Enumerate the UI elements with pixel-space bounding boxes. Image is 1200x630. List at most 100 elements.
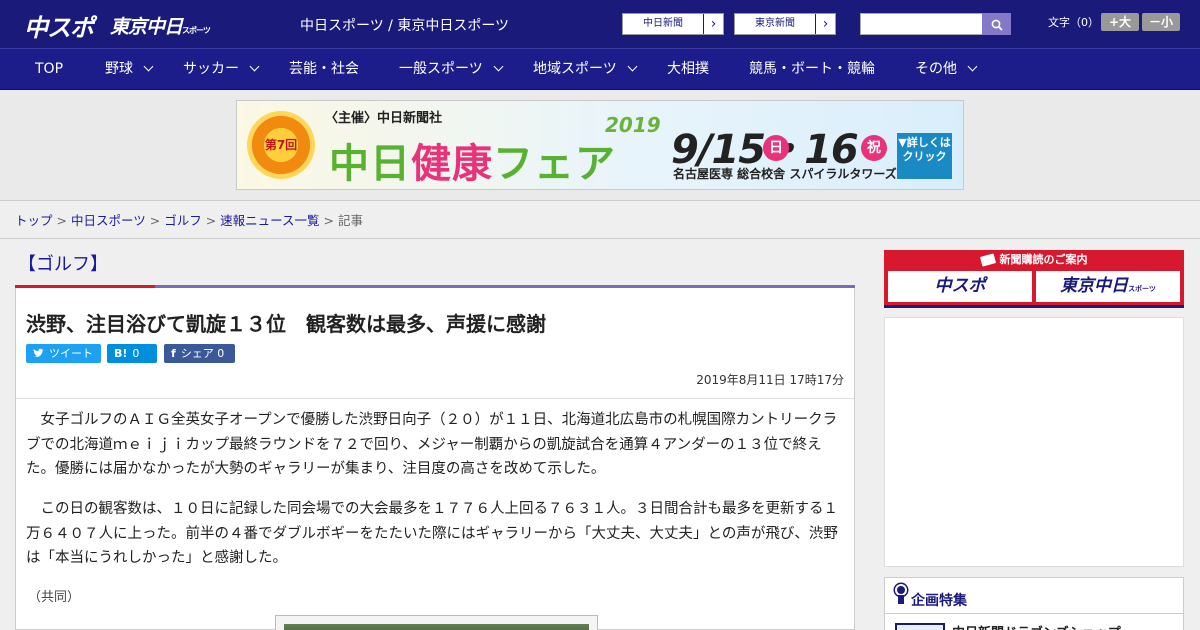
subscribe-tokyo-chunichi-link[interactable]: 東京中日スポーツ [1036, 271, 1180, 302]
article-headline: 渋野、注目浴びて凱旋１３位 観客数は最多、声援に感謝 [26, 312, 546, 336]
chevron-down-icon [493, 61, 504, 72]
nav-item-label: 地域スポーツ [533, 61, 617, 77]
banner-area: 第7回 〈主催〉中日新聞社 2019 中日健康フェア 9/15・16 日 祝 名… [0, 90, 1200, 201]
font-smaller-button[interactable]: －小 [1142, 13, 1180, 31]
nav-item-general-sports[interactable]: 一般スポーツ [399, 49, 504, 91]
feature-item-link[interactable]: 中日新聞ドラゴンズショップ [952, 622, 1121, 630]
feature-header: 企画特集 [885, 578, 1183, 614]
banner-sponsor: 〈主催〉中日新聞社 [325, 111, 443, 126]
search-input[interactable] [860, 13, 983, 35]
article-paragraph: 女子ゴルフのＡＩＧ全英女子オープンで優勝した渋野日向子（２０）が１１日、北海道北… [26, 412, 838, 477]
nav-item-soccer[interactable]: サッカー [183, 49, 260, 91]
nav-item-label: 大相撲 [667, 61, 709, 77]
banner-day1-badge: 日 [763, 135, 789, 161]
subscribe-chuspo-link[interactable]: 中スポ [888, 271, 1032, 302]
subscription-header: 新聞購読のご案内 [884, 250, 1184, 269]
nav-item-top[interactable]: TOP [35, 49, 63, 91]
article-credit: （共同） [28, 590, 81, 605]
breadcrumb-chunichi-sports[interactable]: 中日スポーツ [71, 213, 146, 228]
global-nav: TOP 野球 サッカー 芸能・社会 一般スポーツ 地域スポーツ 大相撲 競馬・ボ… [0, 48, 1200, 90]
facebook-share-label: シェア 0 [180, 347, 225, 360]
breadcrumb-top[interactable]: トップ [15, 213, 53, 228]
banner-cta-button[interactable]: ▼詳しくはクリック [897, 133, 952, 179]
tokyo-shimbun-link[interactable]: 東京新聞 › [734, 13, 836, 35]
divider [16, 398, 854, 399]
font-larger-button[interactable]: +大 [1101, 13, 1139, 31]
article-category[interactable]: 【ゴルフ】 [18, 250, 108, 276]
article-paragraph: この日の観客数は、１０日に記録した同会場での大会最多を１７７６人上回る７６３１人… [26, 501, 838, 566]
nav-item-label: 一般スポーツ [399, 61, 483, 77]
nav-item-label: TOP [35, 61, 64, 77]
chevron-down-icon [967, 61, 978, 72]
facebook-share-button[interactable]: f シェア 0 [164, 344, 235, 363]
nav-item-entertainment[interactable]: 芸能・社会 [289, 49, 359, 91]
nav-item-label: 競馬・ボート・競輪 [749, 61, 875, 77]
nav-item-local-sports[interactable]: 地域スポーツ [533, 49, 638, 91]
tokyo-shimbun-label: 東京新聞 [755, 18, 795, 29]
health-fair-banner[interactable]: 第7回 〈主催〉中日新聞社 2019 中日健康フェア 9/15・16 日 祝 名… [236, 100, 964, 190]
tokyo-chunichi-logo[interactable]: 東京中日スポーツ [110, 12, 211, 39]
banner-venue: 名古屋医専 総合校舎 スパイラルタワーズ [673, 167, 897, 181]
banner-day2-badge: 祝 [861, 135, 887, 161]
article-photo-frame [275, 615, 598, 630]
search-button[interactable] [982, 13, 1011, 35]
hatena-icon: B! [114, 347, 128, 360]
breadcrumb-separator: > [205, 213, 217, 228]
tokyo-logo-sub: スポーツ [182, 26, 211, 35]
chunichi-shimbun-link[interactable]: 中日新聞 › [622, 13, 724, 35]
breadcrumb: トップ > 中日スポーツ > ゴルフ > 速報ニュース一覧 > 記事 [15, 210, 363, 229]
banner-title-b: 健康 [411, 141, 493, 187]
search-icon [991, 19, 1003, 31]
article-photo[interactable] [284, 624, 589, 630]
feature-title: 企画特集 [911, 593, 967, 609]
tweet-label: ツイート [49, 347, 93, 360]
site-header: 中スポ 東京中日スポーツ 中日スポーツ / 東京中日スポーツ 中日新聞 › 東京… [0, 0, 1200, 48]
banner-title-c: フェア [493, 141, 616, 187]
nav-item-label: サッカー [183, 61, 239, 77]
chuspo-logo[interactable]: 中スポ [24, 8, 94, 43]
hatena-count: 0 [132, 347, 140, 360]
tweet-button[interactable]: ツイート [26, 344, 101, 363]
article-date: 2019年8月11日 17時17分 [696, 373, 844, 387]
newspaper-icon [979, 253, 996, 267]
breadcrumb-golf[interactable]: ゴルフ [164, 213, 202, 228]
subscription-underline [884, 305, 1184, 308]
subscription-header-text: 新聞購読のご案内 [999, 253, 1088, 266]
subscription-box: 新聞購読のご案内 中スポ 東京中日スポーツ [884, 250, 1184, 305]
chevron-down-icon [627, 61, 638, 72]
font-size-label: 文字（0） [1048, 16, 1099, 29]
chevron-down-icon [249, 61, 260, 72]
nav-item-other[interactable]: その他 [915, 49, 978, 91]
tokyo-logo-text: 東京中日 [110, 16, 183, 38]
site-name: 中日スポーツ / 東京中日スポーツ [300, 18, 510, 34]
facebook-icon: f [171, 347, 176, 360]
nav-item-racing[interactable]: 競馬・ボート・競輪 [749, 49, 875, 91]
chevron-down-icon [143, 61, 154, 72]
feature-thumbnail[interactable] [895, 623, 945, 630]
medal-tail [898, 595, 904, 604]
article: 渋野、注目浴びて凱旋１３位 観客数は最多、声援に感謝 ツイート B! 0 f シェア… [15, 288, 855, 630]
banner-edition: 第7回 [264, 138, 298, 152]
sidebar-ad-slot [884, 317, 1184, 567]
nav-item-baseball[interactable]: 野球 [105, 49, 154, 91]
breadcrumb-current: 記事 [338, 213, 364, 228]
breadcrumb-separator: > [323, 213, 335, 228]
ribbon-icon [895, 584, 907, 605]
breadcrumb-separator: > [56, 213, 67, 228]
feature-box: 企画特集 中日新聞ドラゴンズショップ [884, 577, 1184, 630]
banner-title: 中日健康フェア [329, 131, 616, 189]
nav-item-label: その他 [915, 61, 957, 77]
hatena-bookmark-button[interactable]: B! 0 [107, 344, 157, 363]
twitter-icon [33, 348, 44, 357]
chevron-right-icon: › [815, 14, 835, 34]
breadcrumb-separator: > [149, 213, 161, 228]
nav-item-sumo[interactable]: 大相撲 [667, 49, 709, 91]
nav-item-label: 野球 [105, 61, 133, 77]
chevron-right-icon: › [703, 14, 723, 34]
breadcrumb-news-list[interactable]: 速報ニュース一覧 [220, 213, 319, 228]
banner-title-a: 中日 [329, 141, 411, 187]
chunichi-shimbun-label: 中日新聞 [643, 18, 683, 29]
subscribe-tokyo-sub: スポーツ [1128, 285, 1156, 293]
divider [0, 238, 1200, 239]
nav-item-label: 芸能・社会 [289, 61, 359, 77]
